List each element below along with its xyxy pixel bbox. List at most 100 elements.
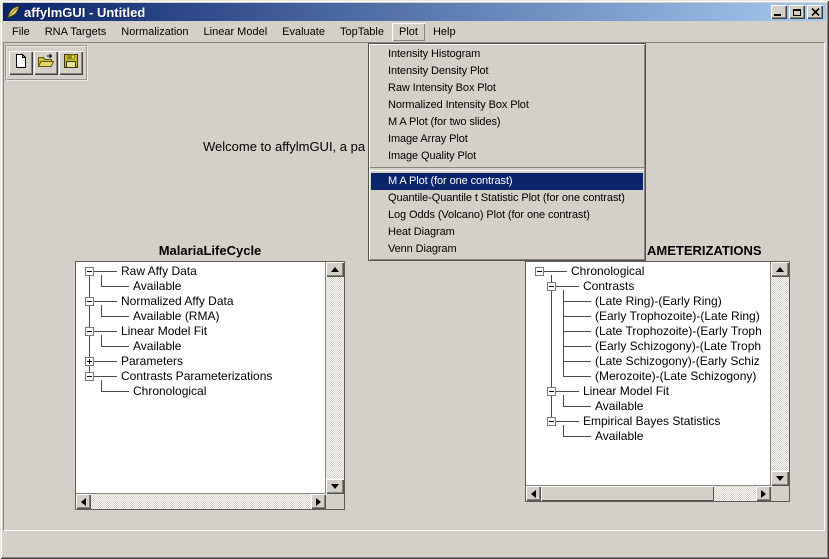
- menu-item-venn-diagram[interactable]: Venn Diagram: [371, 241, 643, 258]
- tree-item-normalized-affy-data[interactable]: Normalized Affy Data: [121, 294, 234, 309]
- menu-item-intensity-density-plot[interactable]: Intensity Density Plot: [371, 63, 643, 80]
- scroll-down-button[interactable]: [771, 471, 789, 486]
- collapse-toggle-icon[interactable]: [535, 267, 544, 276]
- left-tree-canvas: Raw Affy DataAvailableNormalized Affy Da…: [76, 262, 326, 494]
- tree-item-chronological[interactable]: Chronological: [133, 384, 206, 399]
- menu-item-m-a-plot-for-one-contrast[interactable]: M A Plot (for one contrast): [371, 173, 643, 190]
- menu-item-normalized-intensity-box-plot[interactable]: Normalized Intensity Box Plot: [371, 97, 643, 114]
- tree-item-parameters[interactable]: Parameters: [121, 354, 183, 369]
- left-tree-panel: Raw Affy DataAvailableNormalized Affy Da…: [75, 261, 345, 510]
- menubar-item-help[interactable]: Help: [426, 23, 463, 41]
- tree-item-early-schizogony-late-troph[interactable]: (Early Schizogony)-(Late Troph: [595, 339, 761, 354]
- new-button[interactable]: [9, 51, 33, 75]
- menubar-item-file[interactable]: File: [5, 23, 37, 41]
- left-tree-vertical-scrollbar[interactable]: [326, 262, 344, 494]
- right-tree-title-fragment: AMETERIZATIONS: [647, 243, 762, 258]
- close-icon: [811, 8, 820, 16]
- scroll-thumb[interactable]: [541, 486, 714, 501]
- menubar-item-evaluate[interactable]: Evaluate: [275, 23, 332, 41]
- tree-connector-line: [563, 316, 591, 317]
- arrow-left-icon: [81, 498, 86, 506]
- scroll-up-button[interactable]: [326, 262, 344, 277]
- tree-item-available[interactable]: Available: [595, 399, 643, 414]
- tree-item-early-trophozoite-late-ring[interactable]: (Early Trophozoite)-(Late Ring): [595, 309, 760, 324]
- tree-item-empirical-bayes-statistics[interactable]: Empirical Bayes Statistics: [583, 414, 720, 429]
- tree-item-late-schizogony-early-schiz[interactable]: (Late Schizogony)-(Early Schiz: [595, 354, 760, 369]
- menubar-item-linear-model[interactable]: Linear Model: [197, 23, 275, 41]
- expand-toggle-icon[interactable]: [85, 357, 94, 366]
- tree-connector-line: [563, 406, 591, 407]
- tree-item-available-rma[interactable]: Available (RMA): [133, 309, 219, 324]
- scroll-down-button[interactable]: [326, 479, 344, 494]
- tree-connector-line: [563, 346, 591, 347]
- scroll-up-button[interactable]: [771, 262, 789, 277]
- tree-item-available[interactable]: Available: [595, 429, 643, 444]
- tree-item-merozoite-late-schizogony[interactable]: (Merozoite)-(Late Schizogony): [595, 369, 756, 384]
- tree-item-linear-model-fit[interactable]: Linear Model Fit: [583, 384, 669, 399]
- save-button[interactable]: [59, 51, 83, 75]
- collapse-toggle-icon[interactable]: [85, 327, 94, 336]
- menubar-item-plot[interactable]: Plot: [392, 23, 425, 41]
- right-tree-horizontal-scrollbar[interactable]: [526, 486, 771, 501]
- window-title: affylmGUI - Untitled: [24, 5, 145, 20]
- collapse-toggle-icon[interactable]: [547, 417, 556, 426]
- menu-item-raw-intensity-box-plot[interactable]: Raw Intensity Box Plot: [371, 80, 643, 97]
- arrow-down-icon: [331, 484, 339, 489]
- collapse-toggle-icon[interactable]: [547, 282, 556, 291]
- scroll-track[interactable]: [326, 277, 344, 479]
- tree-connector-line: [101, 286, 129, 287]
- menu-item-image-quality-plot[interactable]: Image Quality Plot: [371, 148, 643, 165]
- arrow-right-icon: [316, 498, 321, 506]
- menu-item-heat-diagram[interactable]: Heat Diagram: [371, 224, 643, 241]
- maximize-icon: [793, 9, 801, 16]
- scroll-left-button[interactable]: [526, 486, 541, 501]
- tree-item-available[interactable]: Available: [133, 279, 181, 294]
- collapse-toggle-icon[interactable]: [547, 387, 556, 396]
- tree-item-late-trophozoite-early-troph[interactable]: (Late Trophozoite)-(Early Troph: [595, 324, 762, 339]
- new-document-icon: [13, 53, 29, 74]
- welcome-message: Welcome to affylmGUI, a pa: [203, 139, 365, 154]
- tree-connector-line: [101, 316, 129, 317]
- collapse-toggle-icon[interactable]: [85, 372, 94, 381]
- scroll-track[interactable]: [771, 277, 789, 471]
- tree-item-raw-affy-data[interactable]: Raw Affy Data: [121, 264, 197, 279]
- minimize-button[interactable]: [771, 5, 787, 19]
- tree-item-contrasts-parameterizations[interactable]: Contrasts Parameterizations: [121, 369, 272, 384]
- menu-item-log-odds-volcano-plot-for-one-contrast[interactable]: Log Odds (Volcano) Plot (for one contras…: [371, 207, 643, 224]
- window-controls: [769, 5, 823, 19]
- tree-item-available[interactable]: Available: [133, 339, 181, 354]
- tree-item-contrasts[interactable]: Contrasts: [583, 279, 634, 294]
- menubar-item-rna-targets[interactable]: RNA Targets: [38, 23, 114, 41]
- tree-item-late-ring-early-ring[interactable]: (Late Ring)-(Early Ring): [595, 294, 722, 309]
- arrow-down-icon: [776, 476, 784, 481]
- plot-dropdown-menu: Intensity HistogramIntensity Density Plo…: [368, 43, 646, 261]
- toolbar: [5, 45, 88, 81]
- feather-app-icon: [6, 5, 20, 19]
- tree-connector-line: [563, 436, 591, 437]
- arrow-right-icon: [761, 490, 766, 498]
- app-window: affylmGUI - Untitled FileRNA TargetsNorm…: [0, 0, 829, 559]
- menu-item-m-a-plot-for-two-slides[interactable]: M A Plot (for two slides): [371, 114, 643, 131]
- left-tree-horizontal-scrollbar[interactable]: [76, 494, 326, 509]
- titlebar: affylmGUI - Untitled: [3, 3, 826, 21]
- menu-item-image-array-plot[interactable]: Image Array Plot: [371, 131, 643, 148]
- minimize-icon: [774, 14, 781, 16]
- menubar-item-toptable[interactable]: TopTable: [333, 23, 391, 41]
- menu-item-quantile-quantile-t-statistic-plot-for-one-contrast[interactable]: Quantile-Quantile t Statistic Plot (for …: [371, 190, 643, 207]
- maximize-button[interactable]: [789, 5, 805, 19]
- menubar-item-normalization[interactable]: Normalization: [114, 23, 195, 41]
- tree-connector-line: [563, 301, 591, 302]
- open-folder-icon: [37, 53, 55, 74]
- collapse-toggle-icon[interactable]: [85, 297, 94, 306]
- close-button[interactable]: [807, 5, 823, 19]
- scroll-right-button[interactable]: [756, 486, 771, 501]
- collapse-toggle-icon[interactable]: [85, 267, 94, 276]
- scroll-left-button[interactable]: [76, 494, 91, 509]
- tree-item-linear-model-fit[interactable]: Linear Model Fit: [121, 324, 207, 339]
- scroll-track[interactable]: [91, 494, 311, 509]
- menu-item-intensity-histogram[interactable]: Intensity Histogram: [371, 46, 643, 63]
- scroll-right-button[interactable]: [311, 494, 326, 509]
- open-button[interactable]: [34, 51, 58, 75]
- tree-item-chronological[interactable]: Chronological: [571, 264, 644, 279]
- right-tree-vertical-scrollbar[interactable]: [771, 262, 789, 486]
